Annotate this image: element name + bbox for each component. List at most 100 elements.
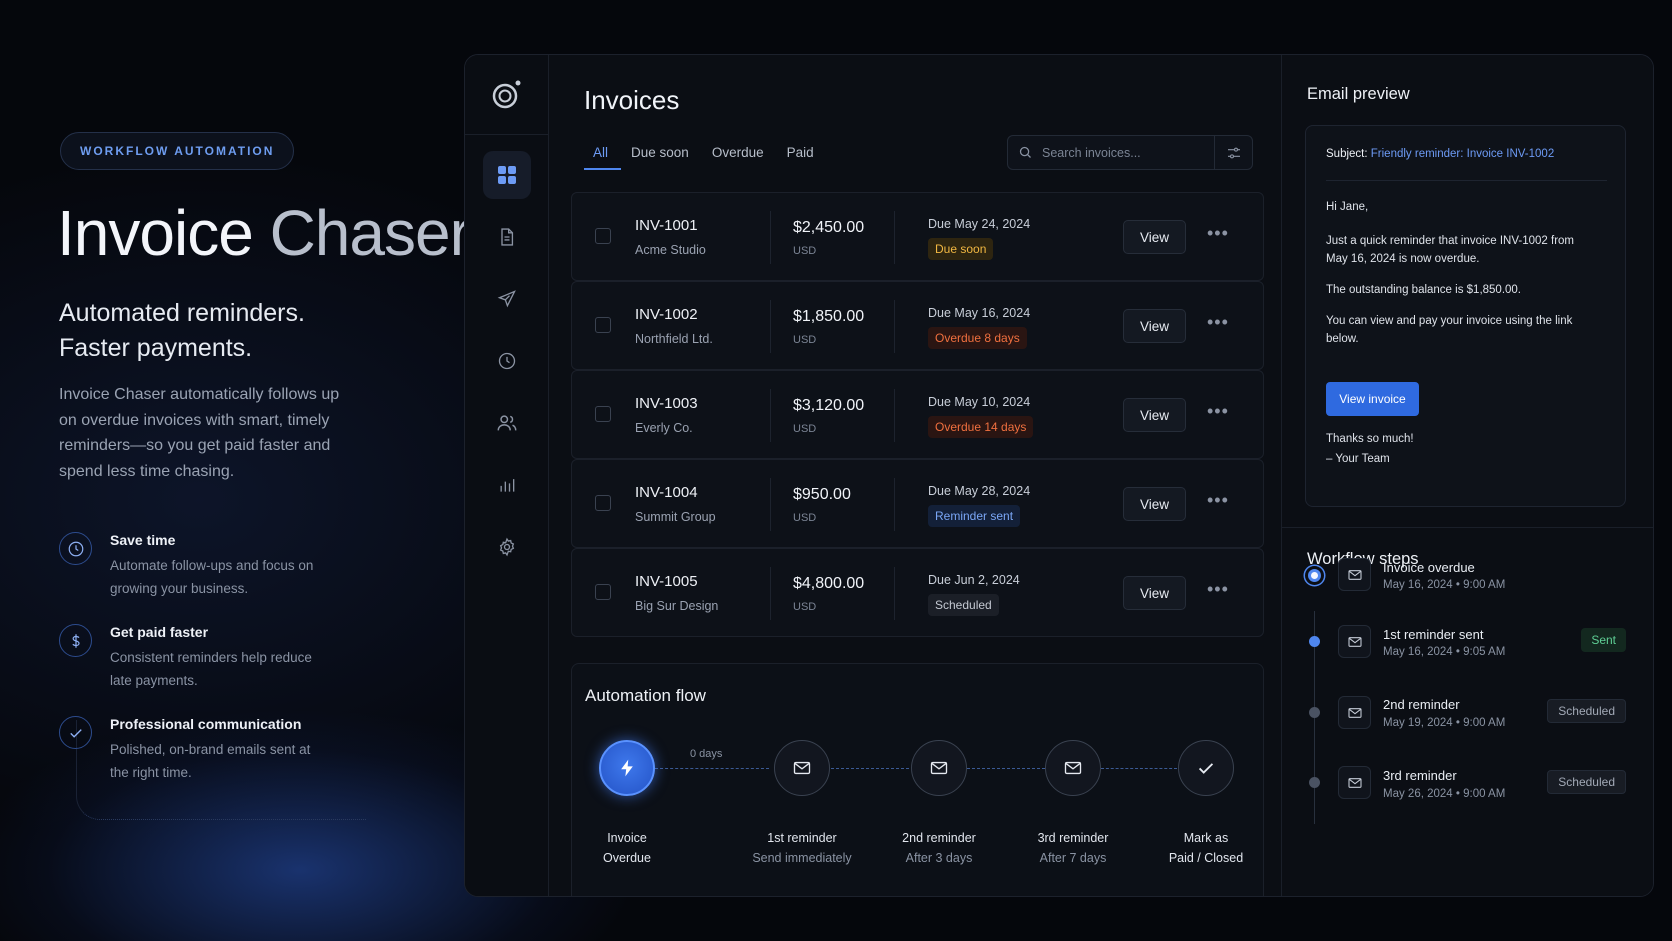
- tab-overdue[interactable]: Overdue: [702, 145, 777, 170]
- tab-due-soon[interactable]: Due soon: [621, 145, 702, 170]
- subject-label: Subject:: [1326, 148, 1368, 160]
- flow-step-2nd-reminder[interactable]: [911, 740, 967, 796]
- check-icon: [1198, 763, 1214, 774]
- divider: [770, 389, 771, 442]
- client-name: Big Sur Design: [635, 599, 719, 613]
- nav-send[interactable]: [483, 275, 531, 323]
- more-icon[interactable]: •••: [1207, 312, 1229, 333]
- subject-text: Friendly reminder: Invoice INV-1002: [1370, 148, 1555, 160]
- email-preview-card: Subject: Friendly reminder: Invoice INV-…: [1305, 125, 1626, 507]
- lightning-icon: [621, 759, 633, 777]
- divider: [1326, 180, 1607, 181]
- mail-icon: [1064, 761, 1082, 775]
- row-checkbox[interactable]: [595, 228, 611, 244]
- workflow-step-name: 2nd reminder: [1383, 697, 1460, 712]
- flow-step-title: Invoice: [607, 831, 647, 845]
- invoice-tabs: All Due soon Overdue Paid: [584, 145, 827, 170]
- more-icon[interactable]: •••: [1207, 579, 1229, 600]
- filter-icon[interactable]: [1214, 136, 1252, 169]
- category-pill: WORKFLOW AUTOMATION: [60, 132, 295, 170]
- more-icon[interactable]: •••: [1207, 490, 1229, 511]
- view-button[interactable]: View: [1123, 576, 1186, 610]
- feature-desc: Polished, on-brand emails sent at the ri…: [110, 742, 311, 780]
- email-paragraph-3: You can view and pay your invoice using …: [1326, 315, 1573, 345]
- nav-clients[interactable]: [483, 399, 531, 447]
- connector-label: 0 days: [690, 748, 723, 760]
- nav-history[interactable]: [483, 337, 531, 385]
- workflow-step-time: May 16, 2024 • 9:05 AM: [1383, 646, 1506, 658]
- view-button[interactable]: View: [1123, 220, 1186, 254]
- view-invoice-button[interactable]: View invoice: [1326, 382, 1419, 416]
- nav-rail: [465, 55, 549, 896]
- due-date: Due May 28, 2024: [928, 484, 1031, 498]
- more-icon[interactable]: •••: [1207, 223, 1229, 244]
- timeline-dot: [1309, 707, 1320, 718]
- hero-section: WORKFLOW AUTOMATION Invoice Chaser Autom…: [0, 0, 471, 941]
- status-badge: Scheduled: [928, 594, 999, 616]
- invoice-id: INV-1001: [635, 217, 698, 234]
- flow-step-invoice-overdue[interactable]: [599, 740, 655, 796]
- view-button[interactable]: View: [1123, 309, 1186, 343]
- gear-icon: [499, 537, 515, 557]
- status-badge: Scheduled: [1547, 770, 1626, 794]
- invoice-amount: $1,850.00: [793, 308, 865, 325]
- row-checkbox[interactable]: [595, 584, 611, 600]
- workflow-step-time: May 26, 2024 • 9:00 AM: [1383, 788, 1506, 800]
- tab-all[interactable]: All: [584, 145, 622, 170]
- flow-connector: [655, 768, 769, 769]
- row-checkbox[interactable]: [595, 495, 611, 511]
- nav-invoices[interactable]: [483, 213, 531, 261]
- flow-step-mark-paid[interactable]: [1178, 740, 1234, 796]
- flow-step-title: 3rd reminder: [1037, 831, 1109, 845]
- nav-reports[interactable]: [483, 461, 531, 509]
- mail-icon: [1338, 696, 1371, 729]
- divider: [770, 300, 771, 353]
- flow-step-1st-reminder[interactable]: [774, 740, 830, 796]
- divider: [894, 211, 895, 264]
- email-paragraph-1: Just a quick reminder that invoice INV-1…: [1326, 233, 1586, 268]
- table-row[interactable]: INV-1003 Everly Co. $3,120.00 USD Due Ma…: [571, 370, 1264, 459]
- flow-step-label: 2nd reminder After 3 days: [864, 828, 1014, 868]
- table-row[interactable]: INV-1002 Northfield Ltd. $1,850.00 USD D…: [571, 281, 1264, 370]
- tagline-line2: Faster payments.: [59, 334, 253, 362]
- status-badge: Overdue 14 days: [928, 416, 1034, 438]
- flow-step-3rd-reminder[interactable]: [1045, 740, 1101, 796]
- hero-title: Invoice Chaser: [57, 196, 471, 270]
- view-button[interactable]: View: [1123, 487, 1186, 521]
- view-button[interactable]: View: [1123, 398, 1186, 432]
- bar-chart-icon: [500, 479, 515, 492]
- mail-icon: [1338, 625, 1371, 658]
- nav-settings[interactable]: [483, 523, 531, 571]
- status-badge: Due soon: [928, 238, 994, 260]
- divider: [1282, 527, 1653, 528]
- due-date: Due May 16, 2024: [928, 306, 1031, 320]
- row-checkbox[interactable]: [595, 317, 611, 333]
- email-signoff: Thanks so much!: [1326, 433, 1414, 445]
- flow-step-title: 2nd reminder: [902, 831, 976, 845]
- app-logo[interactable]: [465, 55, 549, 135]
- document-icon: [501, 228, 514, 246]
- feature-title: Get paid faster: [110, 624, 209, 640]
- clock-icon: [498, 352, 516, 370]
- search-icon: [1008, 145, 1042, 160]
- tab-paid[interactable]: Paid: [777, 145, 827, 170]
- divider: [894, 478, 895, 531]
- table-row[interactable]: INV-1005 Big Sur Design $4,800.00 USD Du…: [571, 548, 1264, 637]
- check-icon: [59, 716, 92, 749]
- timeline-dot-active: [1308, 569, 1321, 582]
- more-icon[interactable]: •••: [1207, 401, 1229, 422]
- row-checkbox[interactable]: [595, 406, 611, 422]
- nav-dashboard[interactable]: [483, 151, 531, 199]
- flow-step-subtitle: Send immediately: [752, 851, 852, 865]
- invoice-id: INV-1002: [635, 306, 698, 323]
- search-input[interactable]: [1042, 145, 1212, 160]
- due-date: Due Jun 2, 2024: [928, 573, 1020, 587]
- due-date: Due May 10, 2024: [928, 395, 1031, 409]
- mail-icon: [1338, 766, 1371, 799]
- email-signature: – Your Team: [1326, 453, 1390, 465]
- flow-step-subtitle: After 7 days: [1039, 851, 1107, 865]
- flow-step-label: Invoice Overdue: [552, 828, 702, 868]
- table-row[interactable]: INV-1004 Summit Group $950.00 USD Due Ma…: [571, 459, 1264, 548]
- hero-title-part2: Chaser: [269, 197, 471, 269]
- table-row[interactable]: INV-1001 Acme Studio $2,450.00 USD Due M…: [571, 192, 1264, 281]
